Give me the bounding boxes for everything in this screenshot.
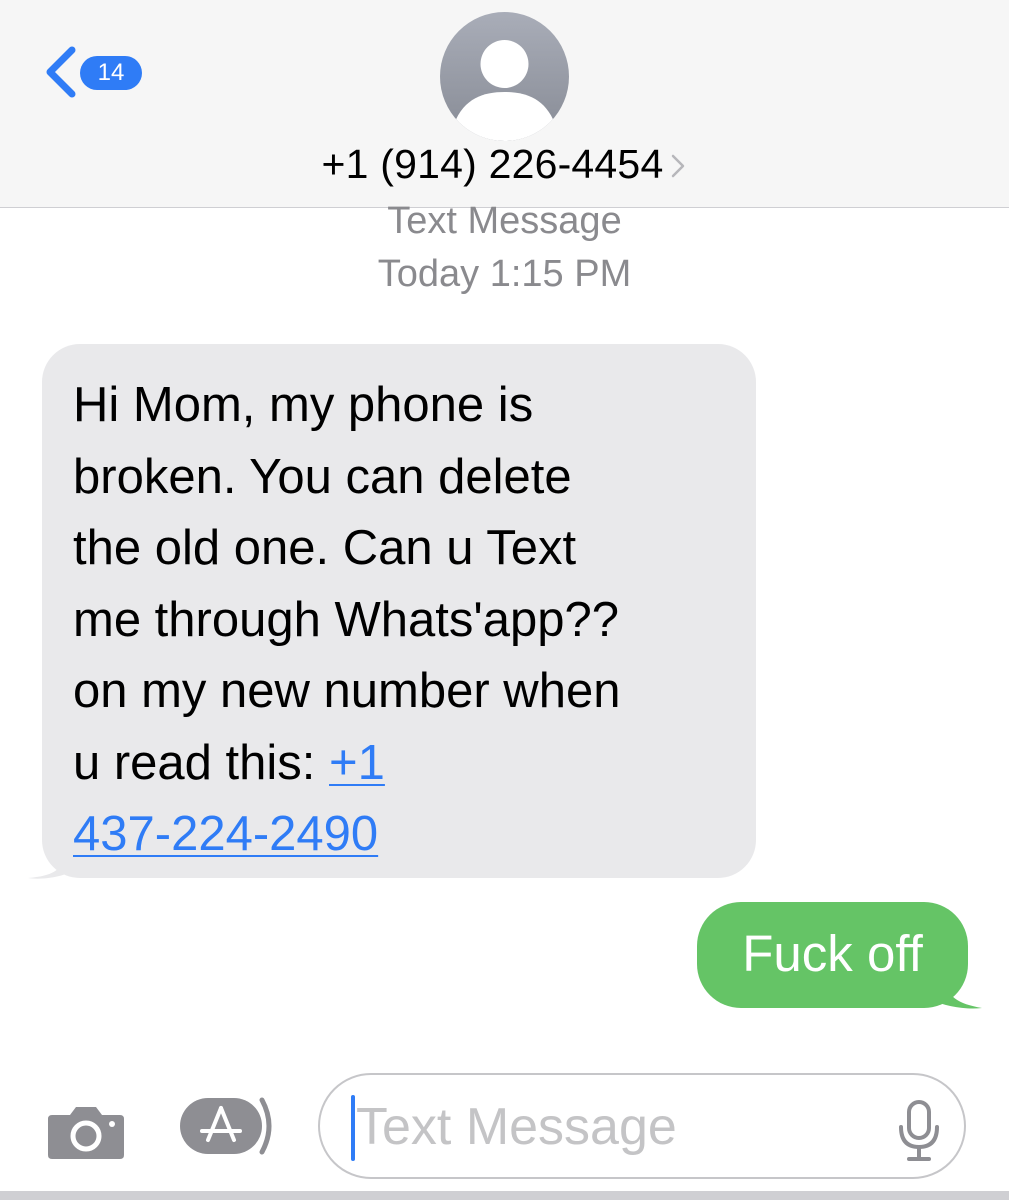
person-icon — [454, 40, 555, 141]
outgoing-message-text: Fuck off — [742, 924, 923, 982]
chevron-right-icon — [672, 154, 685, 178]
service-label: Text Message — [387, 200, 622, 242]
unread-count-badge: 14 — [80, 56, 142, 90]
incoming-message-bubble[interactable]: Hi Mom, my phone is broken. You can dele… — [42, 344, 756, 878]
chevron-left-icon — [46, 46, 76, 98]
contact-name-button[interactable]: +1 (914) 226-4454 — [0, 138, 1009, 190]
contact-avatar[interactable] — [440, 12, 569, 141]
contact-number: +1 (914) 226-4454 — [321, 140, 664, 187]
message-input[interactable] — [356, 1089, 876, 1165]
message-timestamp: Today 1:15 PM — [377, 253, 632, 295]
message-input-container[interactable] — [318, 1073, 966, 1179]
back-button[interactable]: 14 — [40, 42, 150, 102]
message-body: Hi Mom, my phone is broken. You can dele… — [73, 378, 621, 790]
outgoing-message-bubble[interactable]: Fuck off — [697, 902, 968, 1008]
incoming-message-text: Hi Mom, my phone is broken. You can dele… — [73, 370, 728, 871]
conversation-header: 14 +1 (914) 226-4454 — [0, 0, 1009, 208]
microphone-icon[interactable] — [896, 1099, 942, 1163]
text-cursor — [351, 1095, 355, 1161]
bottom-divider — [0, 1191, 1009, 1200]
camera-icon[interactable] — [46, 1103, 126, 1159]
app-store-icon[interactable] — [178, 1096, 278, 1156]
